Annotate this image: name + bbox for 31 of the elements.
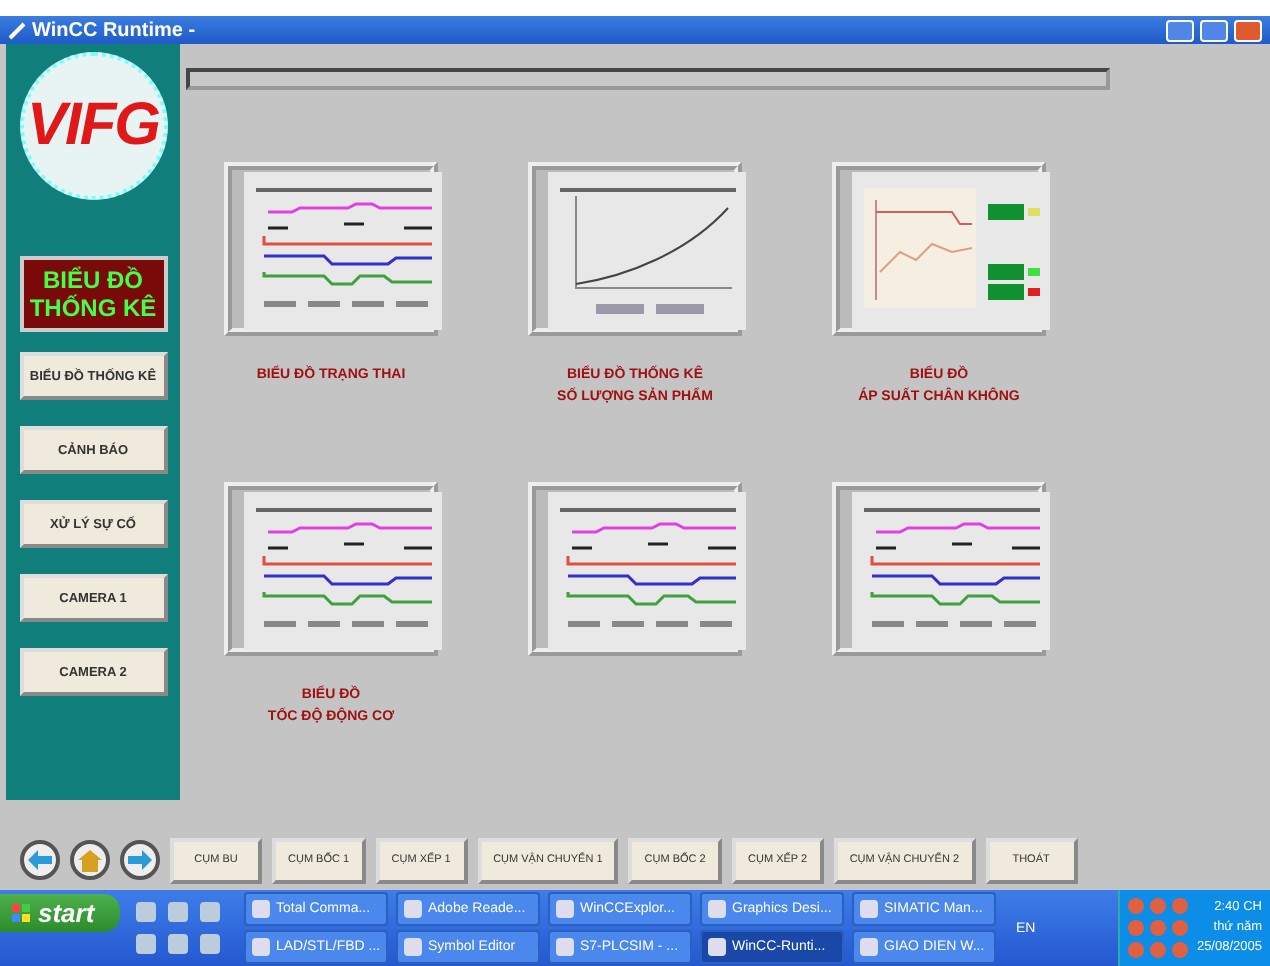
app-icon — [252, 900, 270, 918]
windows-logo-icon — [12, 903, 32, 923]
right-arrow-icon — [128, 850, 152, 870]
window-title: WinCC Runtime - — [32, 19, 196, 41]
chart-thumbnail[interactable] — [528, 482, 742, 656]
chart-thumbnail[interactable] — [832, 482, 1046, 656]
app-icon — [708, 938, 726, 956]
app-icon — [404, 900, 422, 918]
forward-button[interactable] — [120, 840, 160, 880]
maximize-button[interactable] — [1200, 19, 1228, 41]
app-icon — [404, 938, 422, 956]
close-button[interactable] — [1234, 19, 1262, 41]
app-icon — [252, 938, 270, 956]
app-icon — [556, 938, 574, 956]
app-icon — [860, 938, 878, 956]
logo: VIFG — [19, 52, 167, 200]
left-arrow-icon — [28, 850, 52, 870]
app-icon — [556, 900, 574, 918]
chart-thumbnail[interactable] — [832, 162, 1046, 336]
chart-thumbnail[interactable] — [224, 482, 438, 656]
app-icon — [708, 900, 726, 918]
start-button[interactable]: start — [0, 894, 120, 932]
home-button[interactable] — [70, 840, 110, 880]
minimize-button[interactable] — [1166, 19, 1194, 41]
chart-thumbnail[interactable] — [528, 162, 742, 336]
app-icon — [860, 900, 878, 918]
section-title: BIỂU ĐỒ THỐNG KÊ — [19, 256, 167, 332]
home-icon — [78, 849, 102, 871]
app-icon — [8, 21, 26, 39]
back-button[interactable] — [20, 840, 60, 880]
chart-thumbnail[interactable] — [224, 162, 438, 336]
